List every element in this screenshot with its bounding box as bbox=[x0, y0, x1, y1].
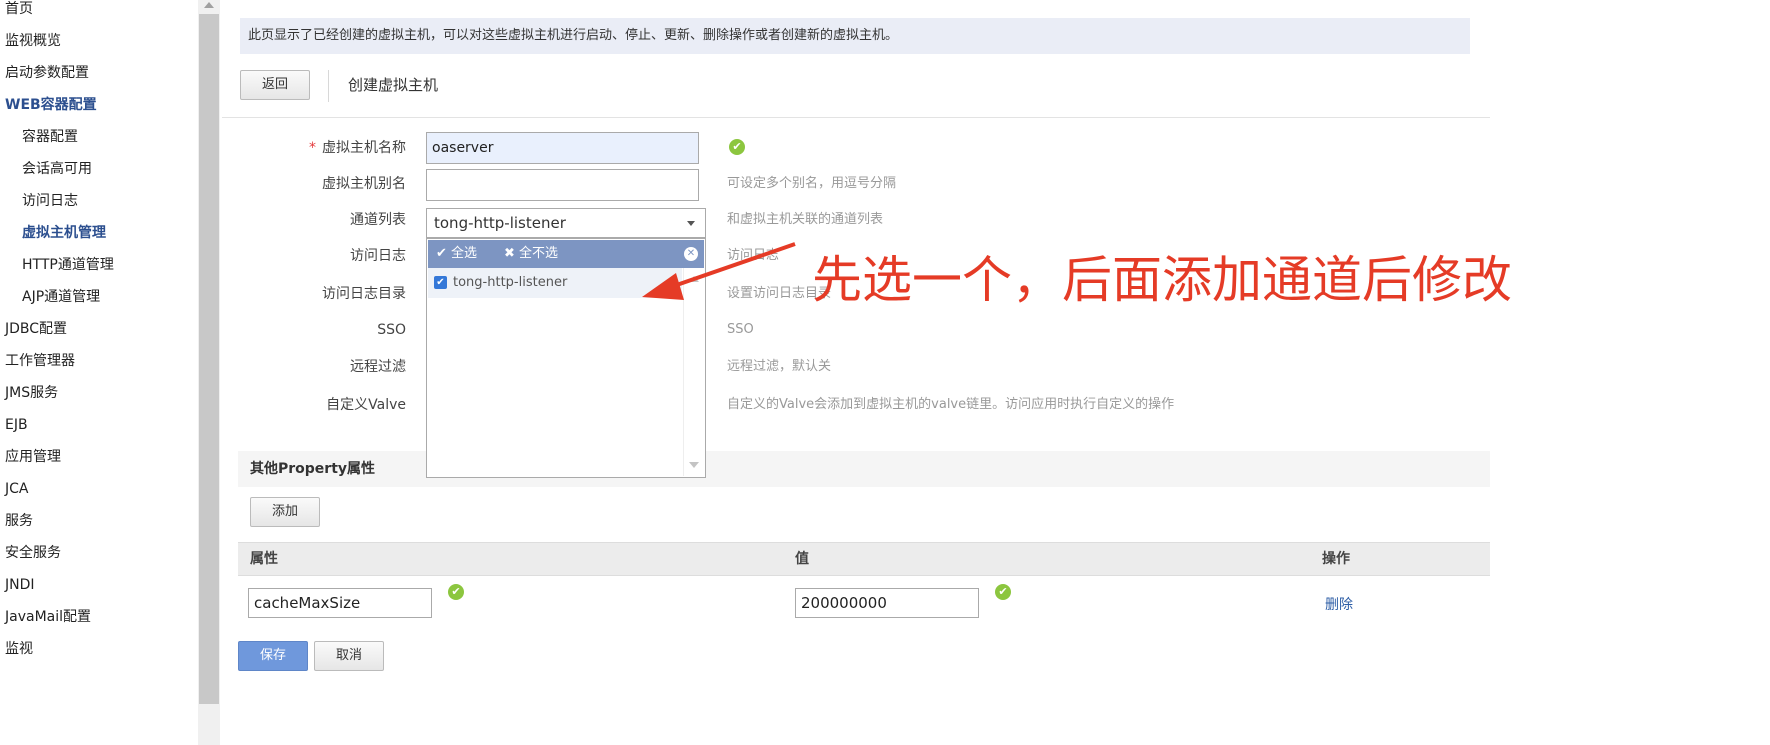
sidebar-item-jdbc[interactable]: JDBC配置 bbox=[5, 319, 67, 339]
scrollbar-thumb[interactable] bbox=[199, 14, 219, 704]
sidebar-item-jca[interactable]: JCA bbox=[5, 479, 28, 499]
custom-valve-hint: 自定义的Valve会添加到虚拟主机的valve链里。访问应用时执行自定义的操作 bbox=[727, 397, 1175, 412]
access-log-label: 访问日志 bbox=[350, 248, 406, 264]
host-name-label: * 虚拟主机名称 bbox=[220, 138, 406, 158]
sidebar-item-ajp-channel[interactable]: AJP通道管理 bbox=[22, 287, 100, 307]
access-log-hint: 访问日志 bbox=[727, 248, 780, 263]
sidebar-item-jndi[interactable]: JNDI bbox=[5, 575, 35, 595]
sidebar-item-monitor-overview[interactable]: 监视概览 bbox=[5, 31, 61, 51]
sidebar-item-monitor[interactable]: 监视 bbox=[5, 639, 33, 659]
sidebar-item-ejb[interactable]: EJB bbox=[5, 415, 28, 435]
select-all-button[interactable]: ✔ 全选 bbox=[436, 240, 477, 268]
channel-list-label: 通道列表 bbox=[350, 212, 406, 228]
sidebar-item-access-log[interactable]: 访问日志 bbox=[22, 191, 78, 211]
host-name-label-text: 虚拟主机名称 bbox=[322, 140, 406, 156]
required-mark: * bbox=[309, 140, 316, 156]
check-icon: ✔ bbox=[448, 584, 464, 600]
check-icon: ✔ bbox=[729, 139, 745, 155]
sidebar-item-home[interactable]: 首页 bbox=[5, 0, 33, 19]
sidebar-item-http-channel[interactable]: HTTP通道管理 bbox=[22, 255, 114, 275]
sidebar-item-container-config[interactable]: 容器配置 bbox=[22, 127, 78, 147]
sidebar-item-security[interactable]: 安全服务 bbox=[5, 543, 61, 563]
header-divider bbox=[328, 70, 329, 102]
custom-valve-label: 自定义Valve bbox=[326, 397, 406, 413]
sidebar-item-javamail[interactable]: JavaMail配置 bbox=[5, 607, 91, 627]
page-title: 创建虚拟主机 bbox=[348, 76, 439, 94]
sso-hint: SSO bbox=[727, 322, 754, 337]
remote-filter-label: 远程过滤 bbox=[350, 359, 406, 375]
dropdown-header: ✔ 全选 ✖ 全不选 ✕ bbox=[428, 240, 704, 268]
column-header-name: 属性 bbox=[250, 551, 278, 567]
sso-label: SSO bbox=[377, 322, 406, 338]
log-dir-label: 访问日志目录 bbox=[322, 286, 406, 302]
save-button[interactable]: 保存 bbox=[238, 641, 308, 671]
scroll-up-icon[interactable] bbox=[204, 2, 214, 8]
section-divider bbox=[222, 117, 1490, 118]
host-alias-hint: 可设定多个别名，用逗号分隔 bbox=[727, 176, 897, 191]
scroll-down-icon[interactable] bbox=[689, 462, 699, 468]
dropdown-option[interactable]: ✔ tong-http-listener bbox=[428, 268, 682, 298]
back-button[interactable]: 返回 bbox=[240, 70, 310, 100]
channel-select[interactable]: tong-http-listener bbox=[426, 208, 706, 238]
cancel-button[interactable]: 取消 bbox=[314, 641, 384, 671]
sidebar-item-startup-params[interactable]: 启动参数配置 bbox=[5, 63, 89, 83]
select-all-label: 全选 bbox=[451, 246, 478, 261]
sidebar-item-session-ha[interactable]: 会话高可用 bbox=[22, 159, 92, 179]
host-name-input[interactable]: oaserver bbox=[426, 132, 699, 164]
table-row: cacheMaxSize ✔ 200000000 ✔ 删除 bbox=[238, 576, 1490, 628]
sidebar-item-work-manager[interactable]: 工作管理器 bbox=[5, 351, 75, 371]
property-name-input[interactable]: cacheMaxSize bbox=[248, 588, 432, 618]
info-banner: 此页显示了已经创建的虚拟主机，可以对这些虚拟主机进行启动、停止、更新、删除操作或… bbox=[240, 18, 1470, 54]
sidebar-item-web-container[interactable]: WEB容器配置 bbox=[5, 95, 97, 115]
dropdown-scrollbar[interactable] bbox=[683, 268, 704, 476]
add-property-button[interactable]: 添加 bbox=[250, 497, 320, 527]
channel-dropdown: ✔ 全选 ✖ 全不选 ✕ ✔ tong-http-listener bbox=[426, 238, 706, 478]
dropdown-option-label: tong-http-listener bbox=[453, 275, 568, 290]
select-none-label: 全不选 bbox=[519, 246, 559, 261]
sidebar-item-app-management[interactable]: 应用管理 bbox=[5, 447, 61, 467]
column-header-action: 操作 bbox=[1322, 551, 1350, 567]
scroll-up-icon[interactable] bbox=[689, 276, 699, 282]
close-icon[interactable]: ✕ bbox=[684, 247, 698, 261]
annotation-text: 先选一个，后面添加通道后修改 bbox=[812, 251, 1512, 309]
check-icon: ✔ bbox=[995, 584, 1011, 600]
select-none-button[interactable]: ✖ 全不选 bbox=[504, 240, 558, 268]
sidebar: 首页 监视概览 启动参数配置 WEB容器配置 容器配置 会话高可用 访问日志 虚… bbox=[0, 0, 198, 745]
column-header-value: 值 bbox=[795, 551, 809, 567]
channel-select-value: tong-http-listener bbox=[434, 214, 566, 232]
property-value-input[interactable]: 200000000 bbox=[795, 588, 979, 618]
checkbox-checked-icon[interactable]: ✔ bbox=[434, 276, 447, 289]
host-alias-label: 虚拟主机别名 bbox=[322, 176, 406, 192]
sidebar-item-services[interactable]: 服务 bbox=[5, 511, 33, 531]
remote-filter-hint: 远程过滤，默认关 bbox=[727, 359, 832, 374]
delete-link[interactable]: 删除 bbox=[1325, 594, 1353, 614]
channel-list-hint: 和虚拟主机关联的通道列表 bbox=[727, 212, 884, 227]
property-table-header: 属性 值 操作 bbox=[238, 542, 1490, 576]
sidebar-scrollbar[interactable] bbox=[198, 0, 220, 745]
sidebar-item-virtual-host[interactable]: 虚拟主机管理 bbox=[22, 223, 106, 243]
sidebar-item-jms[interactable]: JMS服务 bbox=[5, 383, 58, 403]
chevron-down-icon bbox=[687, 221, 695, 226]
host-alias-input[interactable] bbox=[426, 169, 699, 201]
